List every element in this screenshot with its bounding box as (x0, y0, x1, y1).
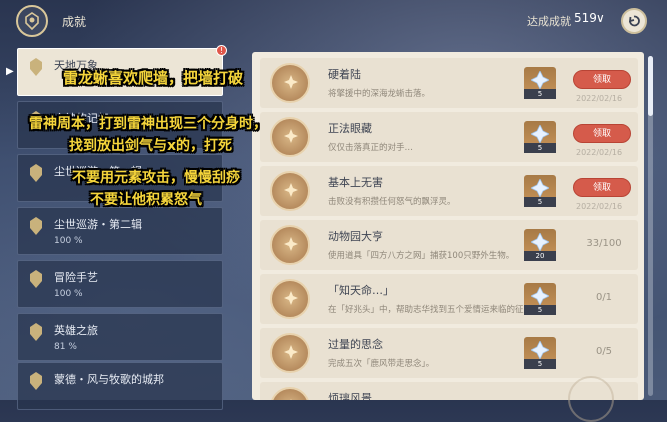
reward-quantity: 5 (524, 143, 556, 153)
reward-item[interactable]: 20 (524, 229, 556, 261)
reward-quantity: 5 (524, 305, 556, 315)
reward-item[interactable]: 5 (524, 175, 556, 207)
achievement-title: 硬着陆 (328, 68, 361, 81)
achievement-medal-icon (270, 225, 310, 265)
achievement-emblem-icon (16, 5, 48, 37)
category-percent: 100 % (54, 289, 83, 299)
achievement-description: 完成五次「鹿风带走思念」。 (328, 359, 435, 369)
achievement-description: 仅仅击落真正的对手… (328, 143, 414, 153)
new-badge: ! (216, 45, 227, 56)
top-bar: 成就 达成成就 519 ∨ (0, 0, 667, 42)
primogem-icon (531, 287, 549, 305)
achievement-title: 烦璃风景 (328, 392, 372, 400)
claim-button[interactable]: 领取 (573, 124, 631, 143)
reward-quantity: 5 (524, 359, 556, 369)
category-name: 蒙德・风与牧歌的城邦 (54, 373, 164, 386)
primogem-icon (531, 71, 549, 89)
category-badge-icon (30, 372, 42, 390)
claim-button[interactable]: 领取 (573, 178, 631, 197)
reward-item[interactable]: 5 (524, 121, 556, 153)
category-name: 冒险手艺 (54, 271, 98, 284)
primogem-icon (531, 125, 549, 143)
category-badge-icon (30, 58, 42, 76)
category-name: 尘世巡游・第二辑 (54, 218, 142, 231)
primogem-icon (531, 179, 549, 197)
achievement-description: 使用道具「四方八方之网」捕获100只野外生物。 (328, 251, 515, 261)
achievement-title: 动物园大亨 (328, 230, 383, 243)
achievement-date: 2022/02/16 (576, 94, 623, 103)
achievement-title: 「知天命…」 (328, 284, 394, 297)
category-item-mengde[interactable]: 蒙德・风与牧歌的城邦 (17, 362, 223, 410)
reward-item[interactable]: 5 (524, 337, 556, 369)
reward-item[interactable]: 5 (524, 283, 556, 315)
achievement-row: 基本上无害 击败没有积攒任何怒气的飘浮灵。 5 领取 2022/02/16 (260, 166, 638, 216)
claim-button[interactable]: 领取 (573, 70, 631, 89)
back-arrow-icon (628, 15, 640, 27)
category-item-maoxian[interactable]: 冒险手艺 100 % (17, 260, 223, 308)
category-badge-icon (30, 217, 42, 235)
achievement-medal-icon (270, 387, 310, 400)
category-item-chenshi-2[interactable]: 尘世巡游・第二辑 100 % (17, 207, 223, 255)
overlay-note: 不要用元素攻击，慢慢刮痧 (72, 170, 240, 186)
achievement-row: 正法眼藏 仅仅击落真正的对手… 5 领取 2022/02/16 (260, 112, 638, 162)
reward-quantity: 20 (524, 251, 556, 261)
chevron-down-icon[interactable]: ∨ (596, 11, 605, 25)
primogem-icon (531, 341, 549, 359)
achievement-description: 将擎援中的深海龙蜥击落。 (328, 89, 431, 99)
achievement-progress: 0/1 (595, 292, 613, 303)
achievement-medal-icon (270, 171, 310, 211)
achievement-panel: 硬着陆 将擎援中的深海龙蜥击落。 5 领取 2022/02/16 正法眼藏 仅仅… (252, 52, 644, 400)
overlay-note: 雷龙蜥喜欢爬墙，把墙打破 (63, 69, 244, 87)
achievement-row: 「知天命…」 在「好兆头」中，帮助志华找到五个爱情运来临的征兆。 5 0/1 (260, 274, 638, 324)
achievement-total-value: 519 (574, 11, 597, 25)
achievement-row: 动物园大亨 使用道具「四方八方之网」捕获100只野外生物。 20 33/100 (260, 220, 638, 270)
achievement-medal-icon (270, 117, 310, 157)
achievement-medal-icon (270, 279, 310, 319)
achievement-description: 击败没有积攒任何怒气的飘浮灵。 (328, 197, 456, 207)
overlay-note: 不要让他积累怒气 (90, 192, 202, 208)
primogem-icon (531, 233, 549, 251)
achievement-row: 过量的思念 完成五次「鹿风带走思念」。 5 0/5 (260, 328, 638, 378)
scrollbar-thumb[interactable] (648, 56, 653, 116)
category-percent: 81 % (54, 342, 77, 352)
achievement-title: 基本上无害 (328, 176, 383, 189)
category-badge-icon (30, 270, 42, 288)
achievement-date: 2022/02/16 (576, 202, 623, 211)
achievement-total-label: 达成成就 (527, 15, 571, 28)
category-badge-icon (30, 323, 42, 341)
reward-quantity: 5 (524, 197, 556, 207)
overlay-note: 找到放出剑气与x的，打死 (69, 138, 233, 154)
back-button[interactable] (621, 8, 647, 34)
category-item-yingxiong[interactable]: 英雄之旅 81 % (17, 313, 223, 361)
achievement-medal-icon (270, 63, 310, 103)
page-title: 成就 (62, 15, 87, 29)
achievement-progress: 0/5 (595, 346, 613, 357)
decorative-compass (568, 376, 614, 422)
category-badge-icon (30, 164, 42, 182)
overlay-note: 雷神周本，打到雷神出现三个分身时， (29, 116, 267, 132)
achievement-row: 硬着陆 将擎援中的深海龙蜥击落。 5 领取 2022/02/16 (260, 58, 638, 108)
achievement-title: 过量的思念 (328, 338, 383, 351)
reward-item[interactable]: 5 (524, 67, 556, 99)
category-percent: 100 % (54, 236, 83, 246)
achievement-date: 2022/02/16 (576, 148, 623, 157)
selected-caret-icon: ▶ (6, 66, 14, 77)
achievement-title: 正法眼藏 (328, 122, 372, 135)
achievement-progress: 33/100 (586, 238, 622, 249)
category-name: 英雄之旅 (54, 324, 98, 337)
achievement-medal-icon (270, 333, 310, 373)
reward-quantity: 5 (524, 89, 556, 99)
achievement-description: 在「好兆头」中，帮助志华找到五个爱情运来临的征兆。 (328, 305, 541, 315)
